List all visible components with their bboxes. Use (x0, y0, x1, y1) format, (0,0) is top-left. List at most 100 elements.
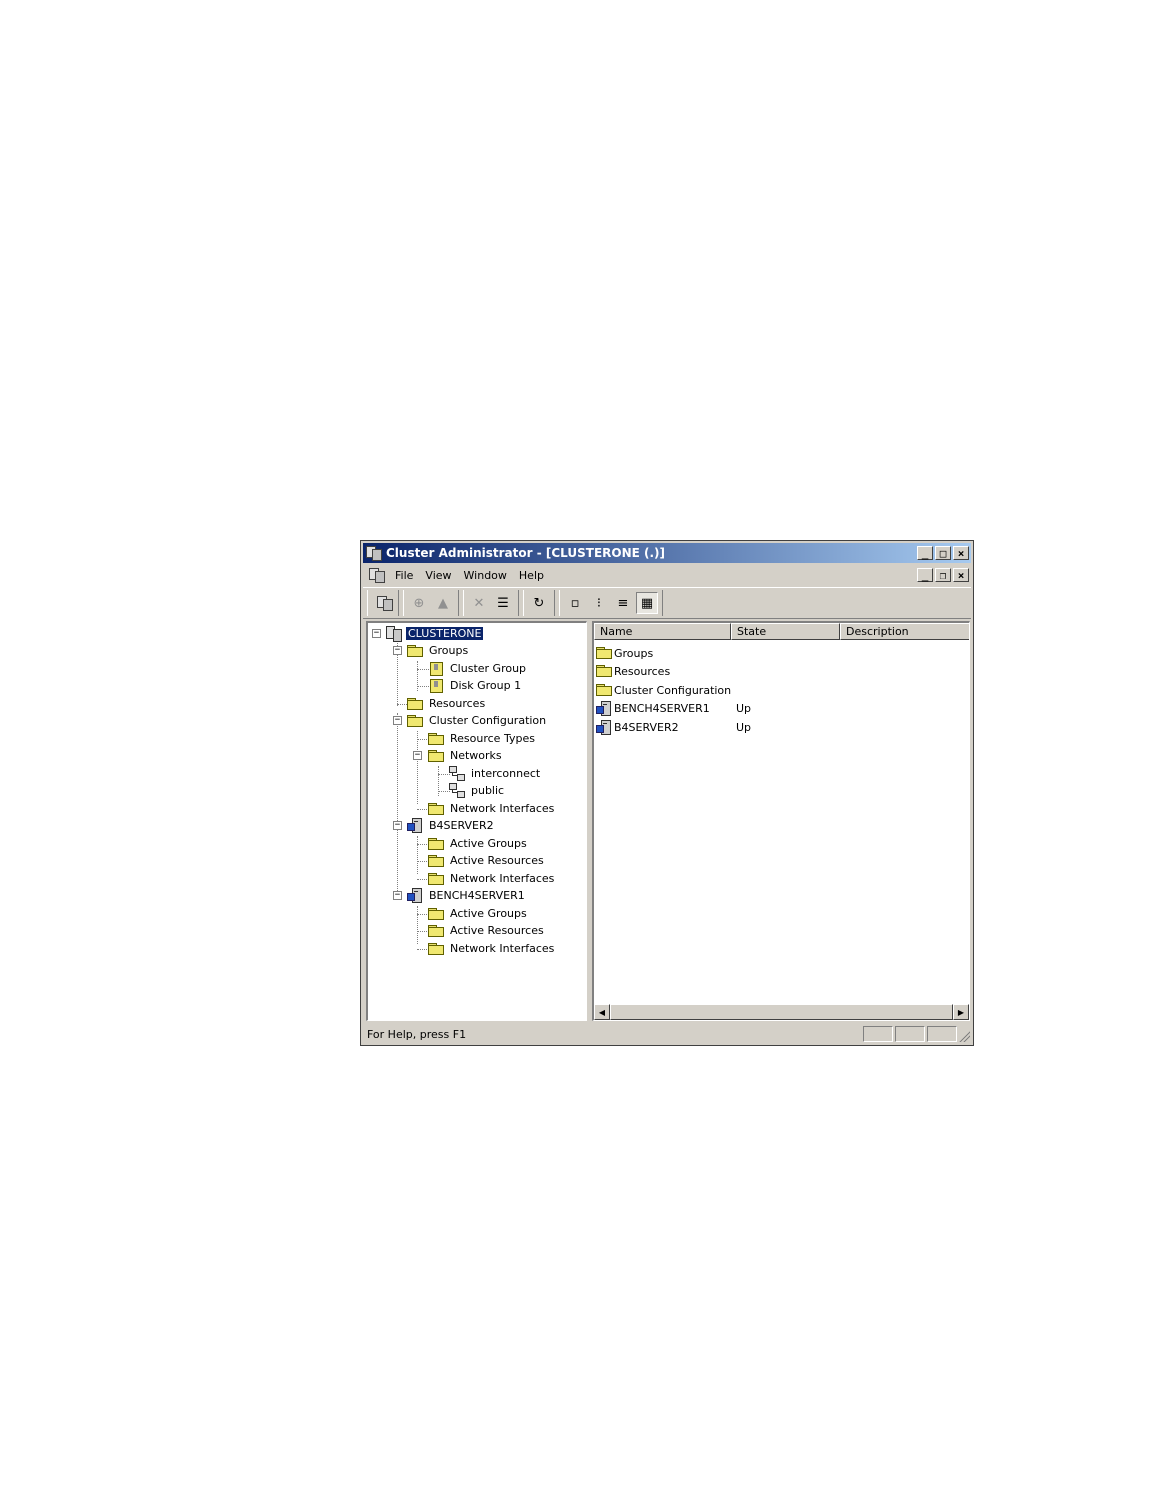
folder-icon (407, 644, 423, 657)
list-button[interactable]: ≡ (612, 592, 634, 614)
tree-expander-networks[interactable]: − (413, 751, 422, 760)
tree-item-interconnect[interactable]: interconnect (449, 765, 542, 782)
status-panel (863, 1026, 893, 1042)
properties-icon: ☰ (497, 595, 509, 611)
resize-grip-icon[interactable] (958, 1030, 970, 1042)
list-item-groups[interactable]: Groups (596, 644, 732, 662)
tree-item-cluster-configuration[interactable]: Cluster Configuration (407, 712, 548, 729)
title-bar[interactable]: Cluster Administrator - [CLUSTERONE (.)]… (363, 543, 971, 563)
list-item-name: Cluster Configuration (614, 683, 732, 697)
menu-view[interactable]: View (423, 569, 453, 582)
child-minimize-button[interactable]: _ (917, 568, 933, 582)
tree-item-active-groups[interactable]: Active Groups (428, 905, 529, 922)
list-item-cluster-configuration[interactable]: Cluster Configuration (596, 681, 732, 699)
cluster-app-icon[interactable] (366, 546, 382, 561)
tree-item-label: BENCH4SERVER1 (429, 889, 525, 902)
refresh-button[interactable]: ↻ (528, 592, 550, 614)
scroll-right-button[interactable]: ▶ (953, 1004, 969, 1020)
tree-item-label: Cluster Configuration (429, 714, 547, 727)
tree-item-cluster-group[interactable]: Cluster Group (428, 660, 528, 677)
folder-icon (428, 907, 444, 920)
column-header-description[interactable]: Description (840, 623, 969, 640)
tree-item-resource-types[interactable]: Resource Types (428, 730, 537, 747)
menu-help[interactable]: Help (517, 569, 546, 582)
scroll-left-button[interactable]: ◀ (594, 1004, 610, 1020)
tree-item-disk-group-1[interactable]: Disk Group 1 (428, 677, 523, 694)
tree-item-public[interactable]: public (449, 782, 506, 799)
cluster-administrator-window: Cluster Administrator - [CLUSTERONE (.)]… (360, 540, 974, 1046)
details-list-pane[interactable]: Name State Description Groups Resources … (592, 621, 970, 1021)
tree-expander-cluster-configuration[interactable]: − (393, 716, 402, 725)
tree-item-network-interfaces[interactable]: Network Interfaces (428, 940, 556, 957)
cluster-icon (386, 626, 402, 642)
tree-item-clusterone[interactable]: CLUSTERONE (386, 625, 484, 642)
details-icon: ▦ (640, 595, 654, 611)
child-restore-button[interactable]: ❐ (935, 568, 951, 582)
tree-expander-groups[interactable]: − (393, 646, 402, 655)
properties-button[interactable]: ☰ (492, 592, 514, 614)
folder-icon (428, 837, 444, 850)
list-item-resources[interactable]: Resources (596, 662, 732, 680)
refresh-icon: ↻ (533, 595, 545, 611)
details-button[interactable]: ▦ (636, 592, 658, 614)
toolbar-group-refresh: ↻ (523, 590, 555, 616)
small-icons-button[interactable]: ⁝ (588, 592, 610, 614)
tree-item-b4server2[interactable]: B4SERVER2 (407, 817, 496, 834)
open-connection-button[interactable] (372, 592, 394, 614)
bring-online-button[interactable]: ⊕ (408, 592, 430, 614)
network-icon (449, 783, 465, 798)
folder-icon (428, 802, 444, 815)
folder-icon (428, 854, 444, 867)
horizontal-scrollbar[interactable]: ◀ ▶ (594, 1004, 969, 1020)
close-button[interactable]: × (953, 546, 969, 560)
delete-button[interactable]: ✕ (468, 592, 490, 614)
tree-expander-clusterone[interactable]: − (372, 629, 381, 638)
folder-icon (428, 924, 444, 937)
column-header-name[interactable]: Name (594, 623, 731, 640)
menu-window[interactable]: Window (462, 569, 509, 582)
maximize-button[interactable]: □ (935, 546, 951, 560)
tree-item-active-groups[interactable]: Active Groups (428, 835, 529, 852)
toolbar-group-state: ⊕ ▲ (403, 590, 459, 616)
menu-file[interactable]: File (393, 569, 415, 582)
child-close-button[interactable]: × (953, 568, 969, 582)
tree-item-active-resources[interactable]: Active Resources (428, 922, 546, 939)
small-icons-icon: ⁝ (596, 595, 602, 611)
tree-item-network-interfaces[interactable]: Network Interfaces (428, 870, 556, 887)
toolbar-group-connection (367, 590, 399, 616)
tree-item-active-resources[interactable]: Active Resources (428, 852, 546, 869)
open-connection-icon (376, 596, 393, 611)
child-window-icon[interactable] (369, 568, 385, 583)
group-icon (428, 678, 444, 693)
tree-expander-b4server2[interactable]: − (393, 821, 402, 830)
folder-icon (596, 684, 612, 696)
tree-expander-bench4server1[interactable]: − (393, 891, 402, 900)
minimize-button[interactable]: _ (917, 546, 933, 560)
tree-item-bench4server1[interactable]: BENCH4SERVER1 (407, 887, 527, 904)
cluster-tree-pane[interactable]: − − − − − − CLUSTERONE Groups Cluster Gr… (366, 621, 587, 1021)
tree-item-label: interconnect (471, 767, 541, 780)
list-item-b4server2[interactable]: B4SERVER2 Up (596, 718, 751, 736)
group-icon (428, 661, 444, 676)
toolbar: ⊕ ▲ ✕ ☰ ↻ ▫ ⁝ ≡ ▦ (363, 587, 971, 619)
scrollbar-thumb[interactable] (610, 1004, 953, 1020)
large-icons-button[interactable]: ▫ (564, 592, 586, 614)
scroll-right-icon: ▶ (957, 1007, 965, 1017)
toolbar-group-edit: ✕ ☰ (463, 590, 519, 616)
tree-item-label: Active Resources (450, 854, 544, 867)
status-panel (927, 1026, 957, 1042)
tree-item-resources[interactable]: Resources (407, 695, 487, 712)
column-header-state[interactable]: State (731, 623, 840, 640)
list-item-bench4server1[interactable]: BENCH4SERVER1 Up (596, 699, 751, 717)
list-item-name: B4SERVER2 (614, 720, 679, 734)
tree-item-networks[interactable]: Networks (428, 747, 504, 764)
list-header: Name State Description (594, 623, 969, 640)
take-offline-button[interactable]: ▲ (432, 592, 454, 614)
tree-item-label: Active Resources (450, 924, 544, 937)
tree-item-label: Cluster Group (450, 662, 527, 675)
status-panel (895, 1026, 925, 1042)
tree-item-network-interfaces[interactable]: Network Interfaces (428, 800, 556, 817)
tree-item-groups[interactable]: Groups (407, 642, 470, 659)
status-panels (861, 1026, 957, 1042)
tree-item-label: Resources (429, 697, 486, 710)
